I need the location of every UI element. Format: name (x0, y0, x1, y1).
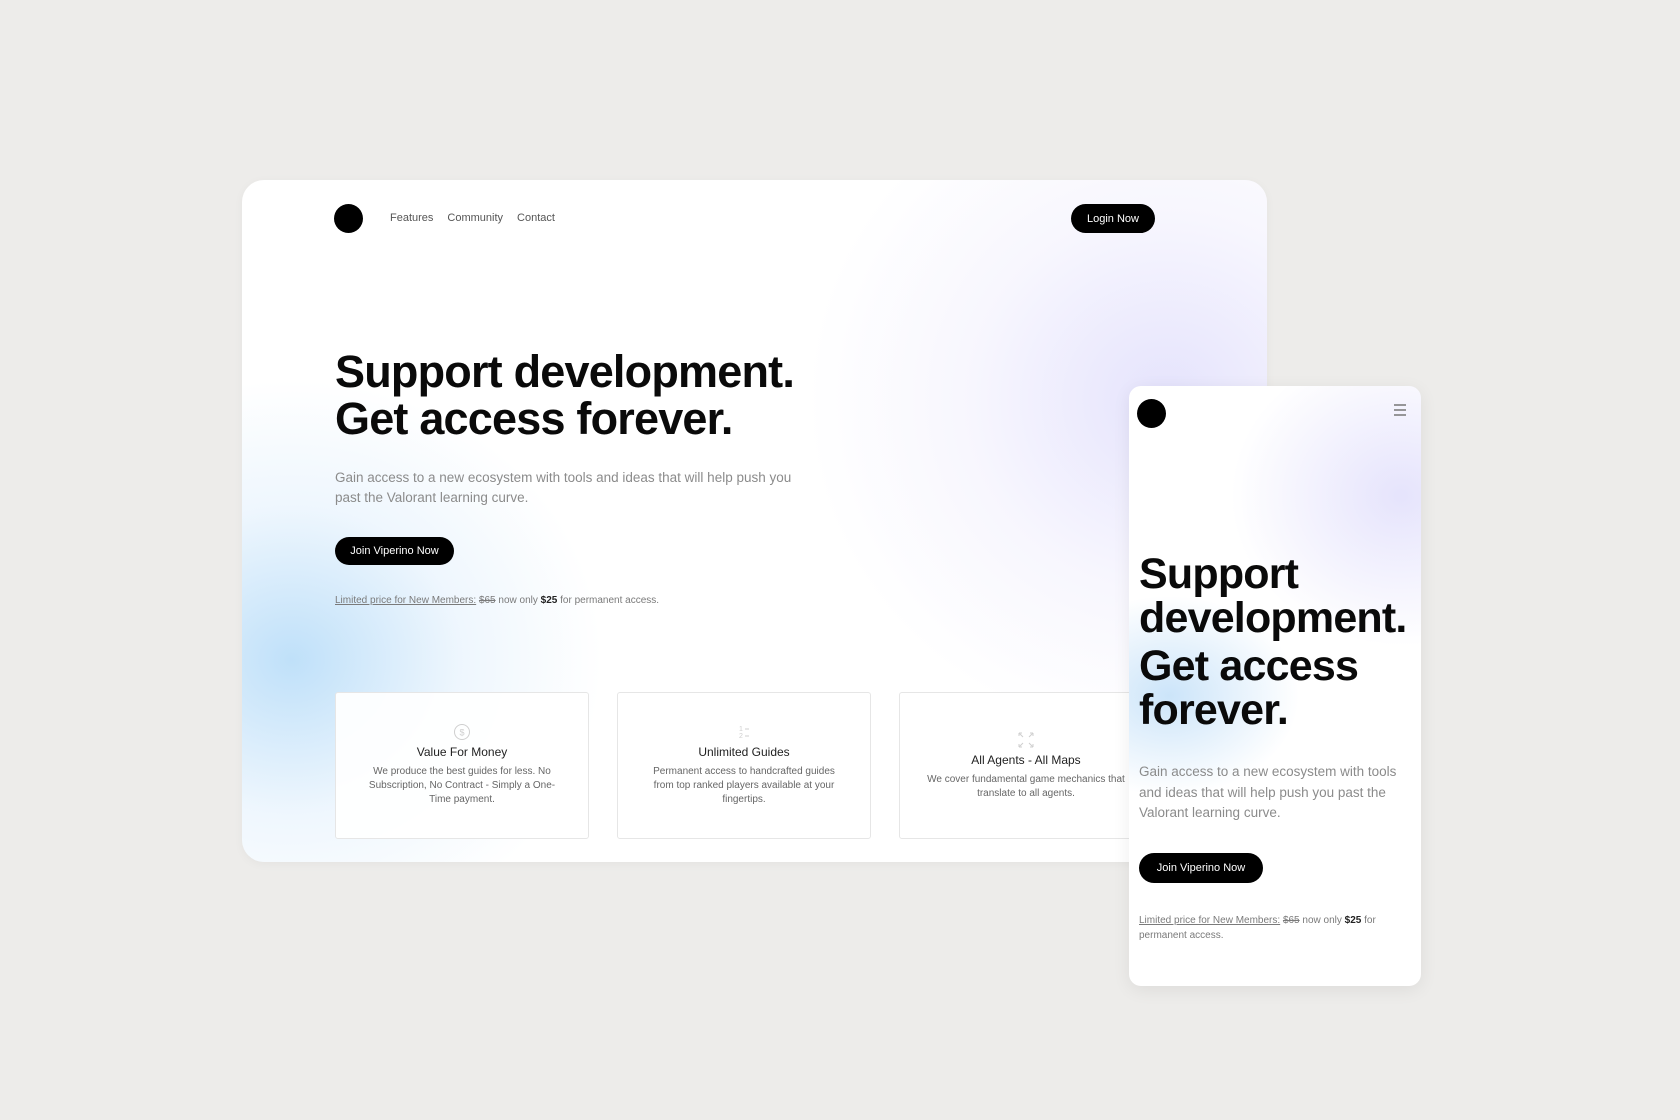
old-price: $65 (1282, 915, 1300, 926)
logo-circle[interactable] (334, 204, 363, 233)
desktop-mockup: Features Community Contact Login Now Sup… (242, 180, 1267, 862)
promo-middle-text: now only (1302, 915, 1342, 926)
hero-title-line-4: forever. (1139, 686, 1289, 734)
svg-text:1: 1 (739, 726, 743, 733)
svg-text:2: 2 (739, 733, 743, 740)
top-navbar: Features Community Contact Login Now (242, 180, 1267, 260)
feature-text: Permanent access to handcrafted guides f… (653, 766, 835, 805)
expand-arrows-icon (1018, 732, 1034, 748)
dollar-coin-icon: $ (454, 724, 470, 740)
limited-price-link[interactable]: Limited price for New Members: (335, 595, 476, 606)
feature-title: Value For Money (416, 745, 508, 759)
hero-title-line-2: Get access forever. (335, 393, 733, 444)
promo-suffix: for permanent access. (560, 595, 660, 606)
promo-middle-text: now only (498, 595, 538, 606)
hero-title-line-1: Support (1139, 550, 1299, 598)
nav-link-contact[interactable]: Contact (517, 212, 555, 224)
nav-links: Features Community Contact (390, 212, 555, 224)
feature-card-value: $ Value For Money We produce the best gu… (335, 692, 589, 839)
limited-price-link[interactable]: Limited price for New Members: (1139, 915, 1280, 926)
new-price: $25 (1344, 915, 1362, 926)
hero-subtitle: Gain access to a new ecosystem with tool… (1139, 764, 1397, 820)
old-price: $65 (478, 595, 496, 606)
hamburger-menu-icon[interactable] (1391, 402, 1409, 418)
hero-title: Support development. Get access forever. (1139, 552, 1407, 732)
promo-text: Limited price for New Members: $65 now o… (1139, 913, 1409, 943)
feature-text: We produce the best guides for less. No … (368, 766, 556, 805)
hero-subtitle: Gain access to a new ecosystem with tool… (335, 470, 792, 505)
guides-icon: 1 2 (739, 726, 749, 740)
feature-card-agents: All Agents - All Maps We cover fundament… (899, 692, 1153, 839)
nav-link-community[interactable]: Community (447, 212, 503, 224)
join-button[interactable]: Join Viperino Now (1139, 853, 1263, 883)
hero-title-line-3: Get access (1139, 642, 1359, 690)
feature-title: All Agents - All Maps (971, 753, 1081, 767)
logo-circle[interactable] (1137, 399, 1166, 428)
svg-text:$: $ (459, 728, 464, 738)
new-price: $25 (540, 595, 558, 606)
join-button[interactable]: Join Viperino Now (335, 537, 454, 565)
hero-title-line-2: development. (1139, 594, 1407, 642)
hero-title-line-1: Support development. (335, 346, 795, 397)
feature-card-guides: 1 2 Unlimited Guides Permanent access to… (617, 692, 871, 839)
promo-text: Limited price for New Members: $65 now o… (335, 594, 659, 607)
mobile-mockup: Support development. Get access forever.… (1129, 386, 1421, 986)
login-button[interactable]: Login Now (1071, 204, 1155, 233)
hero-title: Support development. Get access forever. (335, 346, 795, 444)
feature-text: We cover fundamental game mechanics that… (927, 774, 1125, 799)
nav-link-features[interactable]: Features (390, 212, 433, 224)
feature-title: Unlimited Guides (698, 745, 790, 759)
